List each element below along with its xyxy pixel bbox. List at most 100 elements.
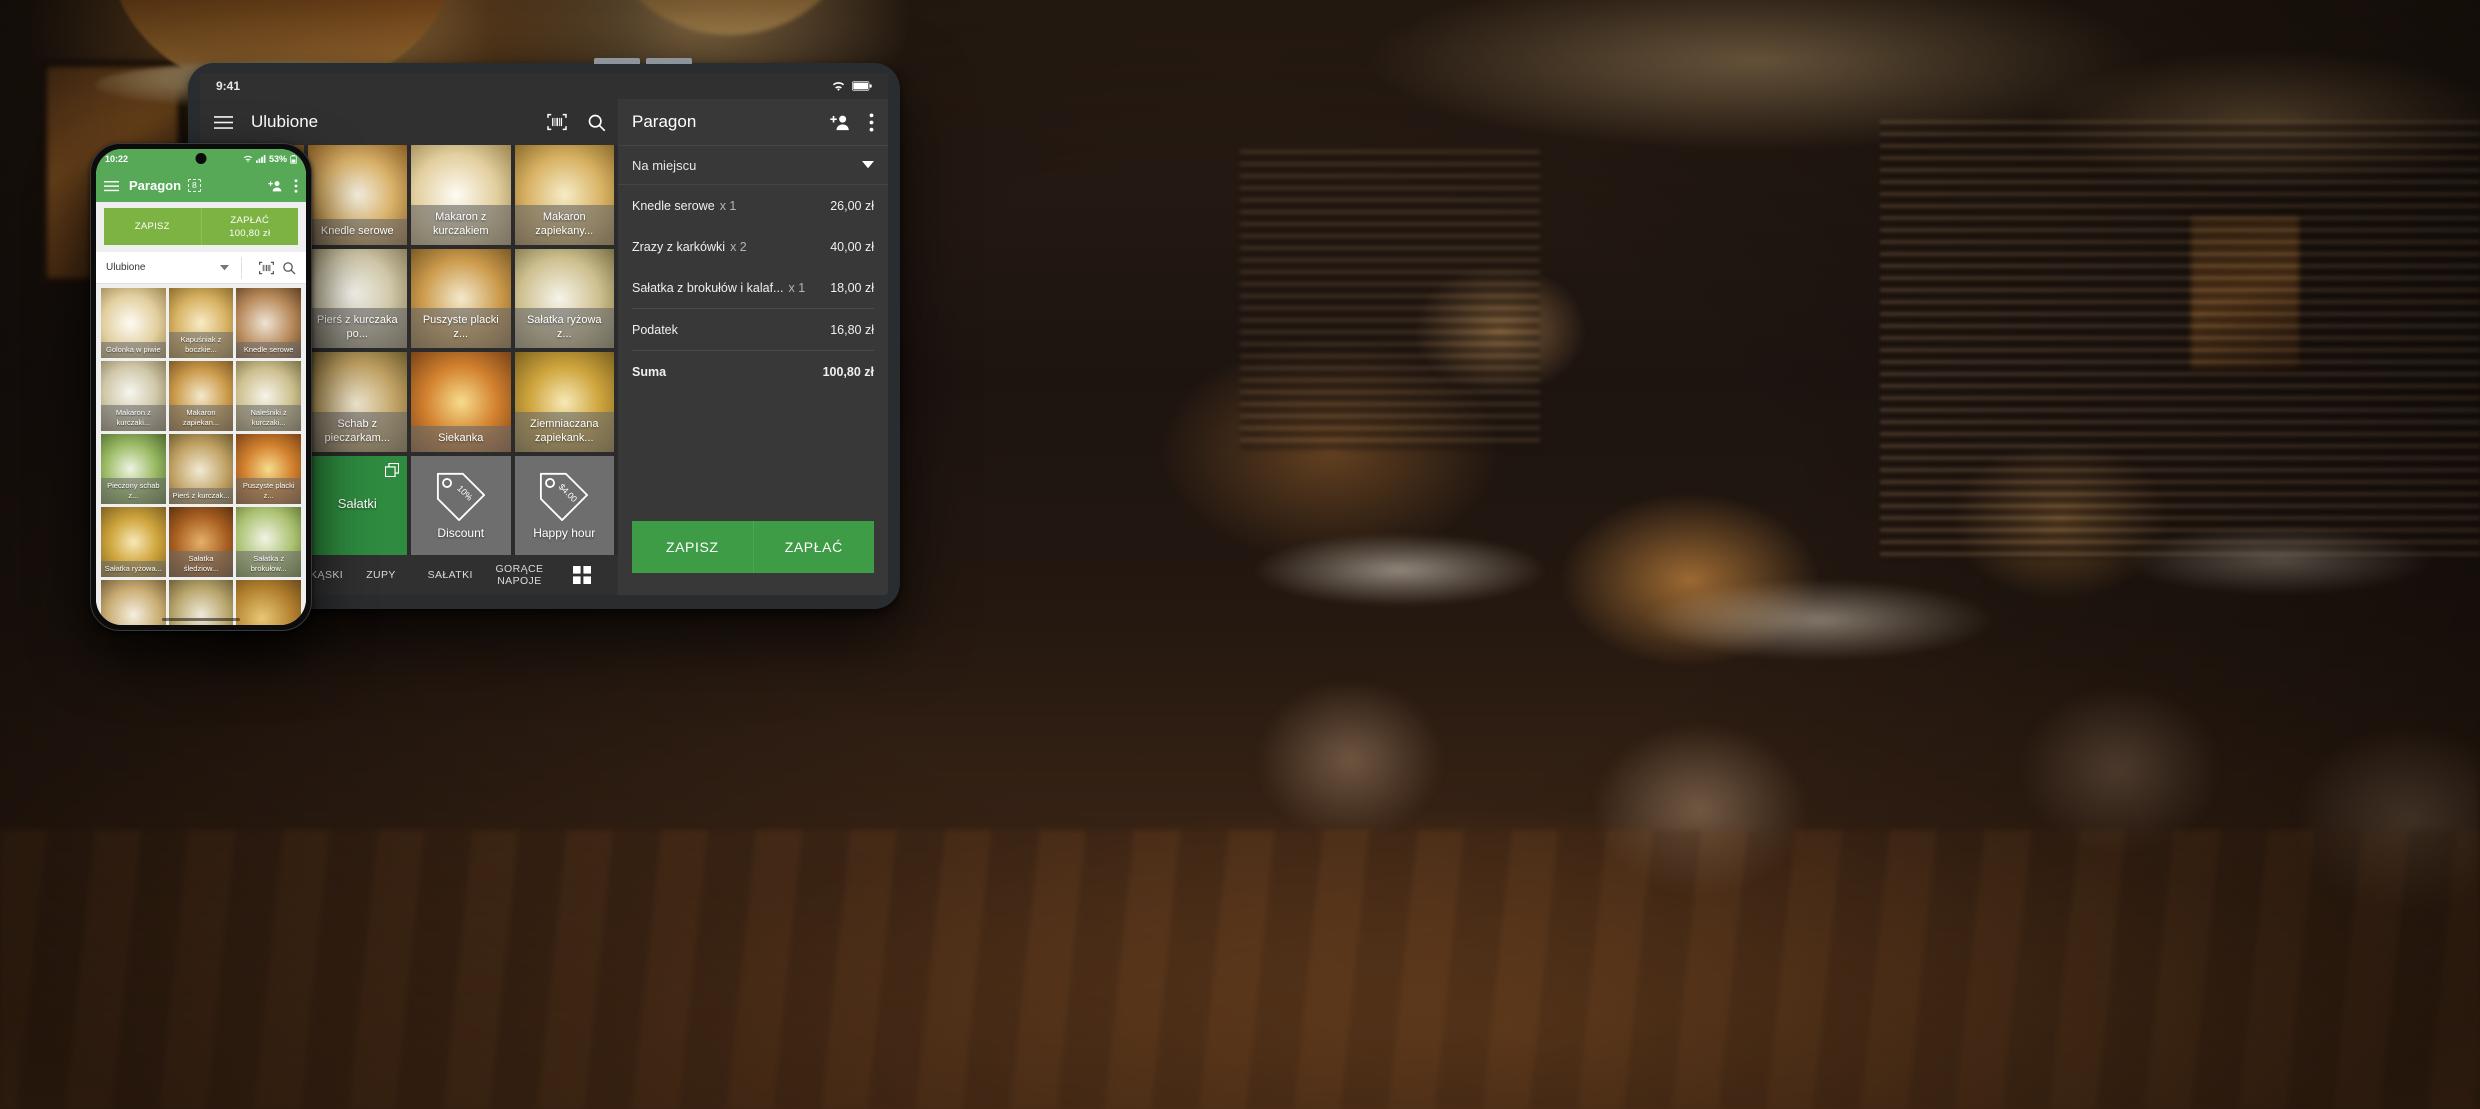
product-tile[interactable]: Makaron z kurczakiem <box>411 145 511 245</box>
product-tile[interactable]: Pieczony schab z... <box>101 434 166 504</box>
product-label: Schab z pieczarkam... <box>307 411 407 452</box>
receipt-line[interactable]: Sałatka z brokułów i kalaf... x 1 18,00 zł <box>632 267 874 308</box>
divider <box>241 256 242 279</box>
hamburger-menu-icon[interactable] <box>214 115 233 130</box>
product-tile[interactable]: Kapuśniak z boczkie... <box>168 288 234 358</box>
phone-filter-bar: Ulubione <box>96 252 306 284</box>
grid-view-icon[interactable] <box>554 566 610 584</box>
category-tile[interactable]: Sałatki <box>307 455 407 555</box>
receipt-tax-row: Podatek 16,80 zł <box>632 308 874 350</box>
product-label: Pieczony schab z... <box>101 478 166 504</box>
product-tile[interactable]: Sałatka śledziow... <box>168 507 234 577</box>
battery-percent: 53% <box>268 154 287 164</box>
product-tile[interactable]: Siekanka <box>411 352 511 452</box>
product-tile[interactable]: Sałatka ryżowa... <box>101 507 166 577</box>
order-type-select[interactable]: Na miejscu <box>618 145 888 185</box>
receipt-title: Paragon <box>632 112 697 131</box>
product-tile[interactable]: Puszyste placki z... <box>411 248 511 348</box>
product-label: Makaron z kurczakiem <box>411 204 511 245</box>
product-tile[interactable]: Golonka w piwie <box>101 288 166 358</box>
product-tile[interactable]: Puszyste placki z... <box>236 434 301 504</box>
tablet-clock: 9:41 <box>216 79 241 93</box>
chevron-down-icon <box>220 264 229 271</box>
more-vertical-icon[interactable] <box>869 112 874 132</box>
more-vertical-icon[interactable] <box>294 178 298 193</box>
hamburger-menu-icon[interactable] <box>104 180 119 192</box>
product-tile[interactable]: Makaron zapiekany... <box>514 145 614 245</box>
product-tile[interactable]: Knedle serowe <box>236 288 301 358</box>
product-photo <box>101 580 166 625</box>
product-label: Pierś z kurczaka po... <box>307 308 407 348</box>
phone-pay-button[interactable]: ZAPŁAĆ 100,80 zł <box>200 208 298 245</box>
barcode-scan-icon[interactable] <box>547 113 567 131</box>
search-icon[interactable] <box>587 113 606 132</box>
product-tile[interactable]: Schab z pieczarkam... <box>307 352 407 452</box>
receipt-line[interactable]: Knedle serowe x 1 26,00 zł <box>632 185 874 226</box>
signal-icon <box>255 155 266 163</box>
price-tag-icon: $4.00 <box>537 470 591 522</box>
phone-product-grid: Golonka w piwie Kapuśniak z boczkie... Kne… <box>96 284 306 625</box>
phone-pay-label: ZAPŁAĆ <box>230 214 270 226</box>
catalog-appbar: Ulubione <box>200 99 618 145</box>
category-tab[interactable]: ZUPY <box>346 569 415 581</box>
receipt-count-badge: 8 <box>188 179 201 192</box>
receipt-appbar: Paragon <box>618 99 888 145</box>
search-icon[interactable] <box>282 261 296 275</box>
home-indicator <box>162 618 240 621</box>
phone-appbar: Paragon 8 <box>96 169 306 202</box>
battery-icon <box>852 81 872 91</box>
discount-tile[interactable]: 10% Discount <box>411 455 511 555</box>
category-tab[interactable]: SAŁATKI <box>416 569 485 581</box>
product-label: Ziemniaczana zapiekank... <box>514 411 614 452</box>
receipt-line-amount: 40,00 zł <box>830 240 874 254</box>
product-tile[interactable]: Ziemniaczana zapiekank... <box>514 352 614 452</box>
svg-text:10%: 10% <box>455 484 475 504</box>
product-tile[interactable]: Sałatka ryżowa z... <box>514 248 614 348</box>
front-camera-punch-hole <box>195 153 207 164</box>
page-title: Ulubione <box>251 112 319 131</box>
phone-device: 10:22 53% Paragon 8 ZAPISZ ZAPŁAĆ 100,80… <box>90 143 312 631</box>
receipt-action-bar: ZAPISZ ZAPŁAĆ <box>618 519 888 595</box>
product-label: Sałatka ryżowa... <box>101 560 166 577</box>
product-label: Knedle serowe <box>236 341 301 358</box>
phone-save-button[interactable]: ZAPISZ <box>104 208 201 245</box>
product-label: Pierś z kurczak... <box>168 487 234 504</box>
category-tab[interactable]: GORĄCE NAPOJE <box>485 563 554 587</box>
receipt-line[interactable]: Zrazy z karkówki x 2 40,00 zł <box>632 226 874 267</box>
category-select[interactable]: Ulubione <box>106 262 241 273</box>
product-tile[interactable]: Knedle serowe <box>307 145 407 245</box>
product-label: Sałatka z brokułow... <box>236 551 301 577</box>
receipt-total-row: Suma 100,80 zł <box>632 350 874 392</box>
product-label: Puszyste placki z... <box>411 308 511 348</box>
product-tile[interactable]: Sałatka z brokułow... <box>236 507 301 577</box>
add-person-icon[interactable] <box>830 114 851 131</box>
battery-icon <box>290 154 297 164</box>
barcode-scan-icon[interactable] <box>259 261 274 275</box>
product-label: Siekanka <box>411 425 511 452</box>
product-tile[interactable]: Makaron zapiekan... <box>168 361 234 431</box>
discount-tile[interactable]: $4.00 Happy hour <box>514 455 614 555</box>
product-tile[interactable]: Pierś z kurczaka po... <box>307 248 407 348</box>
phone-page-title: Paragon <box>129 178 182 193</box>
save-button[interactable]: ZAPISZ <box>632 521 753 573</box>
pay-button[interactable]: ZAPŁAĆ <box>752 521 874 573</box>
receipt-line-amount: 18,00 zł <box>830 281 874 295</box>
product-label: Knedle serowe <box>307 218 407 245</box>
product-tile[interactable]: Pierś z kurczak... <box>168 434 234 504</box>
wifi-icon <box>832 81 845 92</box>
stack-icon <box>385 462 399 477</box>
receipt-lines: Knedle serowe x 1 26,00 zł Zrazy z karkówki… <box>618 185 888 519</box>
product-photo <box>236 580 301 625</box>
product-tile[interactable]: Makaron z kurczaki... <box>101 361 166 431</box>
product-label: Sałatka śledziow... <box>168 551 234 577</box>
tax-amount: 16,80 zł <box>830 323 874 337</box>
phone-save-label: ZAPISZ <box>134 221 170 232</box>
receipt-line-qty: x 1 <box>788 281 806 295</box>
add-person-icon[interactable] <box>268 180 283 192</box>
product-tile[interactable] <box>236 580 301 625</box>
tax-label: Podatek <box>632 323 678 337</box>
tablet-status-bar: 9:41 <box>200 73 888 99</box>
product-tile[interactable]: Naleśniki z kurczaki... <box>236 361 301 431</box>
product-tile[interactable] <box>101 580 166 625</box>
product-label: Golonka w piwie <box>101 341 166 358</box>
